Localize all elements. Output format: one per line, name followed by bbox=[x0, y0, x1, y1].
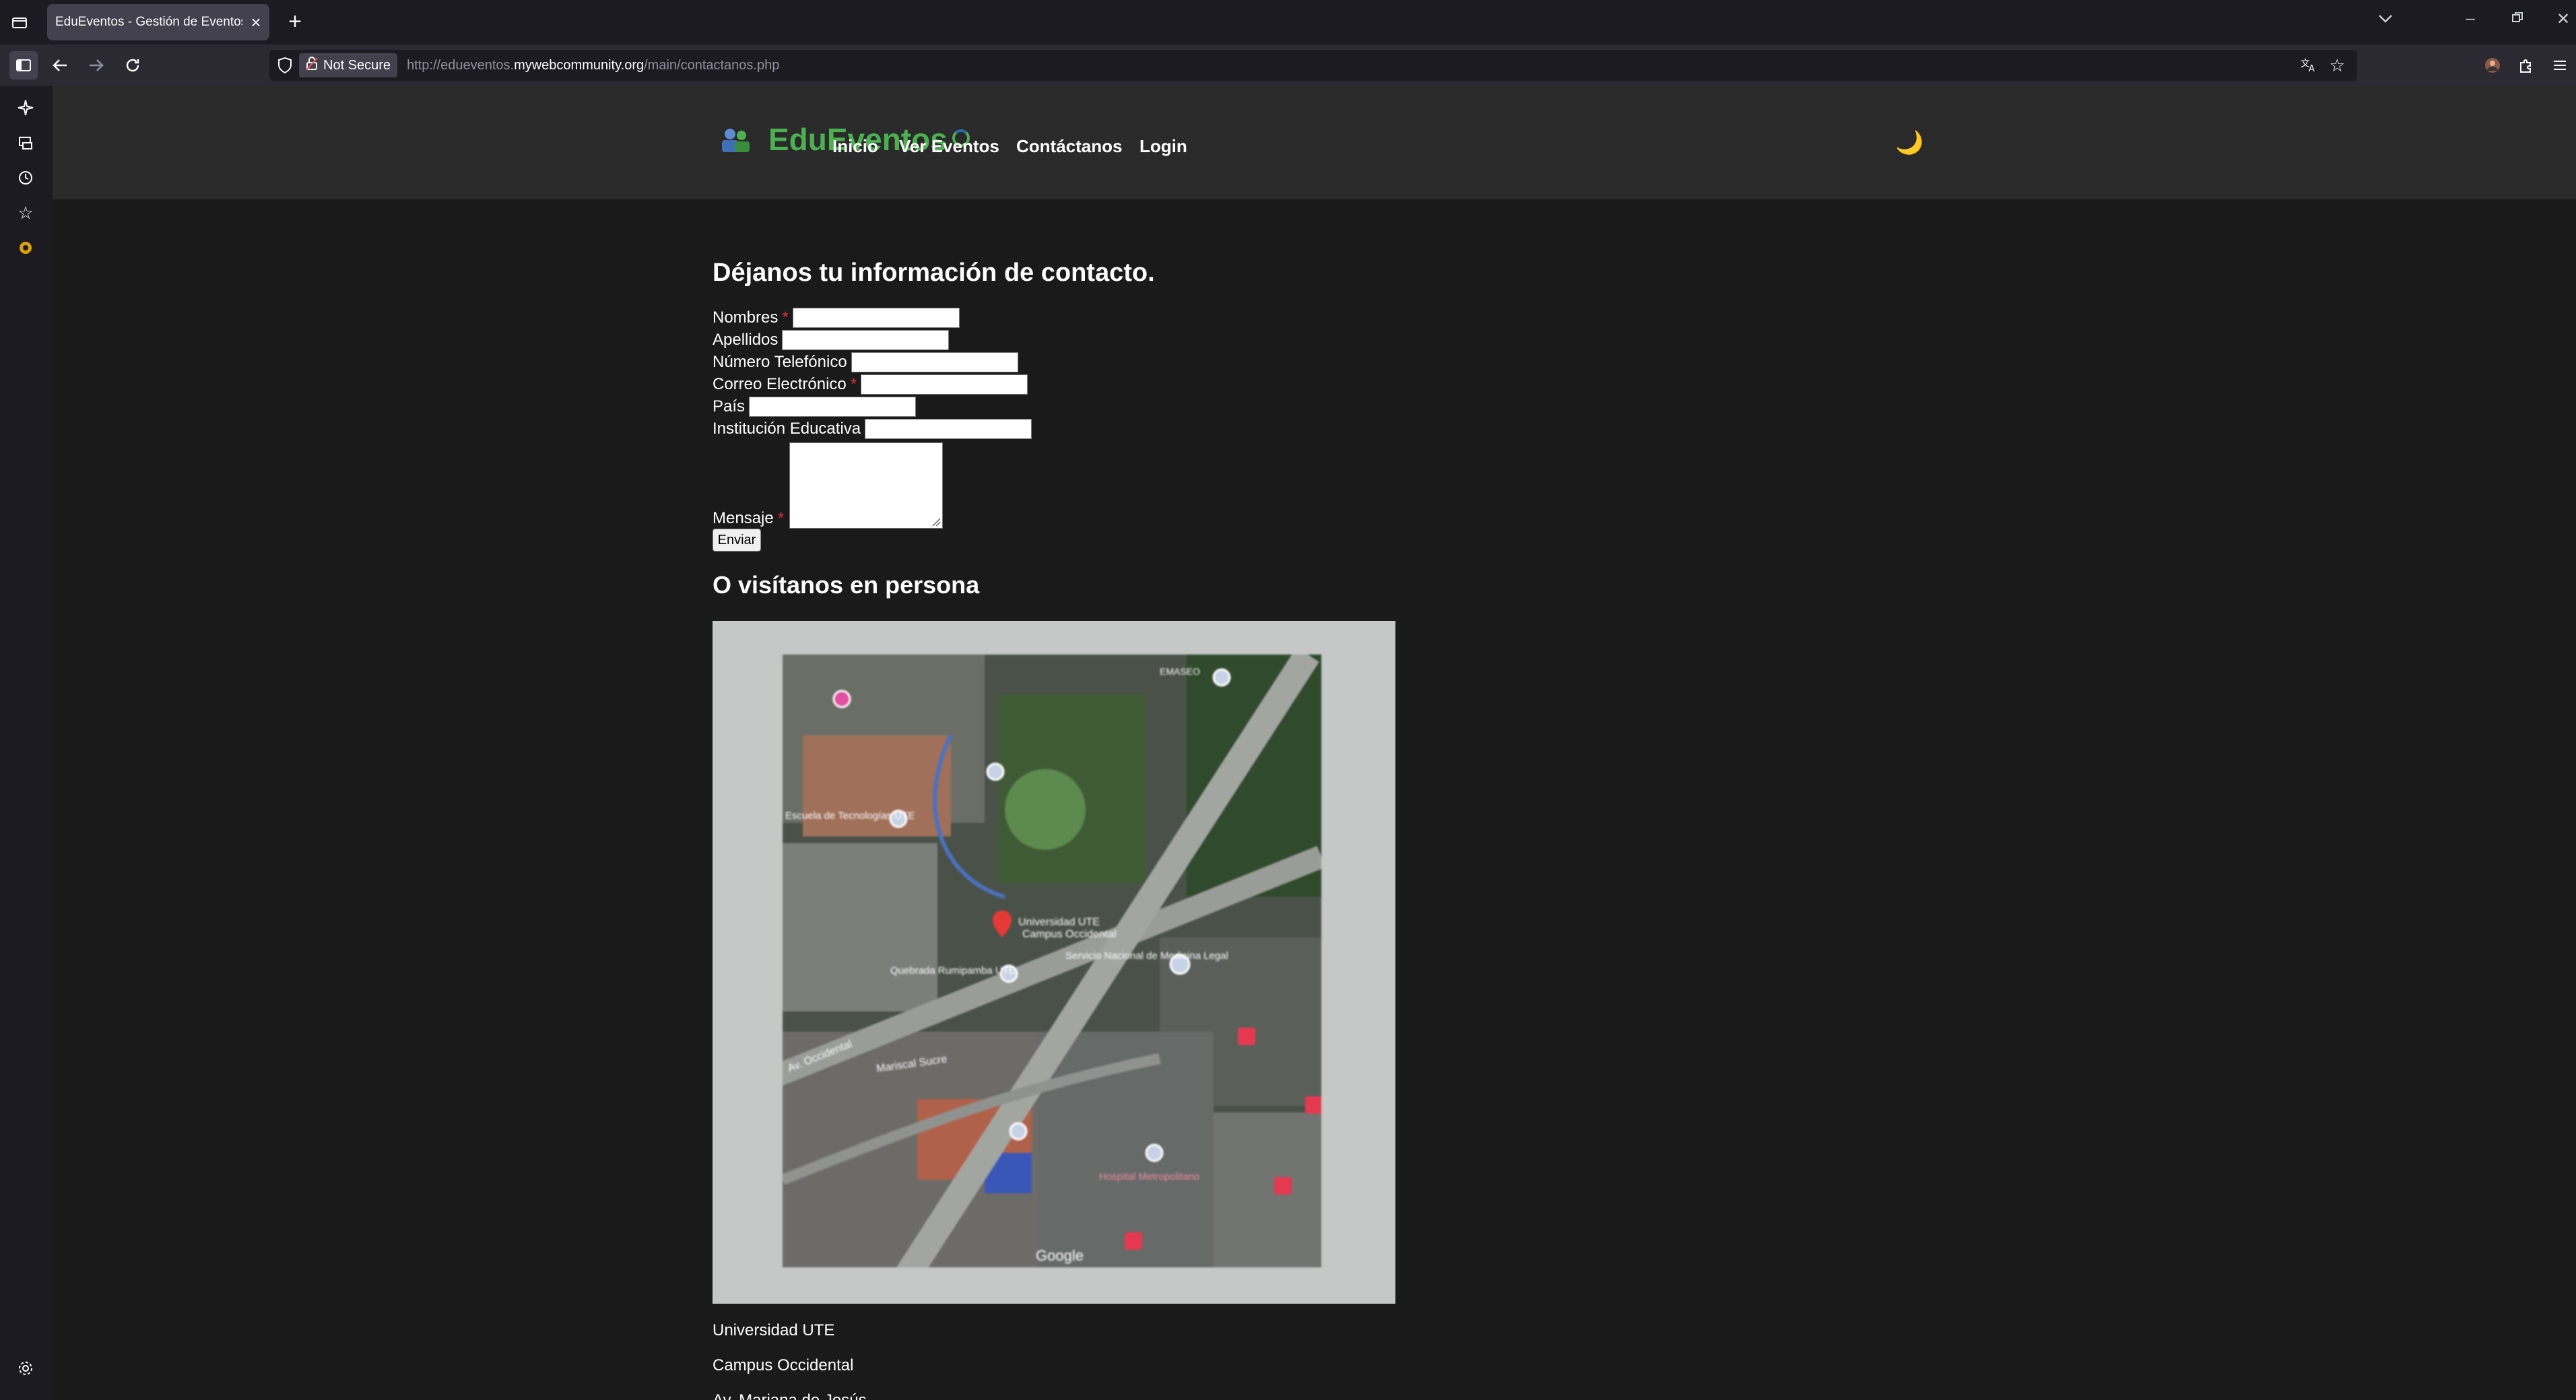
required-mark: * bbox=[777, 509, 785, 527]
field-row-pais: País bbox=[713, 397, 917, 417]
address-line-1: Universidad UTE bbox=[713, 1321, 835, 1339]
nav-link-ver-eventos[interactable]: Ver Eventos bbox=[899, 136, 999, 157]
resize-grip-icon[interactable] bbox=[931, 517, 941, 527]
map-image-frame: Universidad UTE Campus Occidental Servic… bbox=[713, 621, 1395, 1304]
close-tab-icon[interactable]: × bbox=[242, 12, 269, 33]
nav-link-login[interactable]: Login bbox=[1140, 136, 1187, 157]
extension-icon[interactable] bbox=[12, 234, 39, 261]
bookmarks-star-icon[interactable]: ☆ bbox=[12, 199, 39, 226]
correo-input[interactable] bbox=[861, 374, 1028, 395]
map-label-hospital: Hospital Metropolitano bbox=[1099, 1171, 1199, 1182]
map-label-escuela: Escuela de Tecnologías UTE bbox=[785, 810, 915, 822]
history-clock-icon[interactable] bbox=[12, 164, 39, 191]
field-row-correo: Correo Electrónico * bbox=[713, 374, 1028, 395]
telefono-input[interactable] bbox=[851, 352, 1018, 372]
web-page: EduEventos Inicio Ver Eventos Contáctano… bbox=[53, 86, 2576, 1400]
label-mensaje: Mensaje bbox=[713, 509, 774, 527]
label-apellidos: Apellidos bbox=[713, 331, 779, 349]
field-row-nombres: Nombres * bbox=[713, 308, 960, 328]
required-mark: * bbox=[782, 308, 789, 327]
tab-list-icon[interactable] bbox=[8, 11, 31, 34]
apellidos-input[interactable] bbox=[782, 330, 950, 350]
browser-tab-bar: EduEventos - Gestión de Eventos × + – ✕ bbox=[0, 0, 2576, 44]
label-institucion: Institución Educativa bbox=[713, 420, 861, 438]
browser-nav-bar: Not Secure http://edueventos.mywebcommun… bbox=[0, 44, 2576, 86]
minimize-icon[interactable]: – bbox=[2457, 9, 2484, 28]
map-label-emaseo: EMASEO bbox=[1160, 666, 1200, 677]
required-mark: * bbox=[850, 375, 857, 393]
address-line-3: Av. Mariana de Jesús bbox=[713, 1391, 867, 1400]
bookmark-star-icon[interactable]: ☆ bbox=[2330, 55, 2345, 76]
close-window-icon[interactable]: ✕ bbox=[2550, 9, 2576, 29]
google-watermark: Google bbox=[1036, 1247, 1084, 1264]
url-domain: mywebcommunity.org bbox=[514, 57, 645, 73]
users-group-icon[interactable] bbox=[719, 127, 752, 155]
field-row-telefono: Número Telefónico bbox=[713, 352, 1018, 372]
address-bar[interactable]: Not Secure http://edueventos.mywebcommun… bbox=[269, 50, 2357, 81]
enviar-button[interactable]: Enviar bbox=[713, 529, 761, 552]
settings-gear-icon[interactable] bbox=[12, 1355, 39, 1382]
shield-icon[interactable] bbox=[277, 57, 292, 77]
form-title: Déjanos tu información de contacto. bbox=[713, 259, 1155, 287]
label-nombres: Nombres bbox=[713, 308, 779, 327]
restore-icon[interactable] bbox=[2504, 9, 2531, 28]
nombres-input[interactable] bbox=[792, 308, 960, 328]
map-label-campus: Campus Occidental bbox=[1022, 929, 1117, 940]
label-correo: Correo Electrónico bbox=[713, 375, 847, 393]
url-prefix: http://edueventos. bbox=[407, 57, 515, 73]
browser-sidebar: ☆ bbox=[0, 86, 53, 1400]
theme-toggle-moon-icon[interactable]: 🌙 bbox=[1895, 129, 1923, 156]
reload-icon[interactable] bbox=[119, 51, 147, 79]
label-pais: País bbox=[713, 397, 746, 415]
map-label-universidad: Universidad UTE bbox=[1018, 916, 1100, 928]
extensions-puzzle-icon[interactable] bbox=[2512, 51, 2540, 79]
map-label-servicio: Servicio Nacional de Medicina Legal bbox=[1065, 950, 1228, 962]
forward-arrow-icon[interactable] bbox=[82, 51, 110, 79]
address-line-2: Campus Occidental bbox=[713, 1356, 854, 1374]
visit-heading: O visítanos en persona bbox=[713, 571, 980, 599]
tab-title: EduEventos - Gestión de Eventos bbox=[55, 15, 242, 29]
back-arrow-icon[interactable] bbox=[46, 51, 74, 79]
new-tab-icon[interactable]: + bbox=[282, 8, 308, 35]
url-path: /main/contactanos.php bbox=[644, 57, 780, 73]
map-label-quebrada: Quebrada Rumipamba UTE bbox=[890, 965, 1016, 976]
site-header: EduEventos Inicio Ver Eventos Contáctano… bbox=[53, 86, 2576, 199]
unlocked-padlock-icon bbox=[306, 56, 318, 75]
not-secure-label: Not Secure bbox=[323, 57, 391, 73]
nav-link-inicio[interactable]: Inicio bbox=[832, 136, 878, 157]
not-secure-badge[interactable]: Not Secure bbox=[299, 53, 398, 77]
chevron-down-icon[interactable] bbox=[2372, 9, 2399, 28]
translate-icon[interactable]: 文A bbox=[2301, 57, 2318, 77]
label-telefono: Número Telefónico bbox=[713, 353, 847, 371]
mensaje-textarea[interactable] bbox=[789, 442, 943, 529]
nav-link-contactanos[interactable]: Contáctanos bbox=[1016, 136, 1122, 157]
field-row-mensaje: Mensaje * bbox=[713, 509, 784, 528]
svg-text:A: A bbox=[2309, 64, 2315, 73]
field-row-apellidos: Apellidos bbox=[713, 330, 950, 350]
satellite-map-image[interactable]: Universidad UTE Campus Occidental Servic… bbox=[783, 655, 1321, 1267]
institucion-input[interactable] bbox=[865, 419, 1032, 439]
sidebar-toggle-icon[interactable] bbox=[9, 51, 38, 79]
synced-tabs-icon[interactable] bbox=[12, 129, 39, 156]
browser-tab-active[interactable]: EduEventos - Gestión de Eventos × bbox=[47, 4, 269, 40]
url-text[interactable]: http://edueventos.mywebcommunity.org/mai… bbox=[407, 58, 779, 73]
profile-avatar-icon[interactable] bbox=[2478, 51, 2507, 79]
hamburger-menu-icon[interactable] bbox=[2546, 51, 2574, 79]
pais-input[interactable] bbox=[749, 397, 917, 417]
field-row-institucion: Institución Educativa bbox=[713, 419, 1032, 439]
ai-sparkle-icon[interactable] bbox=[12, 94, 39, 121]
